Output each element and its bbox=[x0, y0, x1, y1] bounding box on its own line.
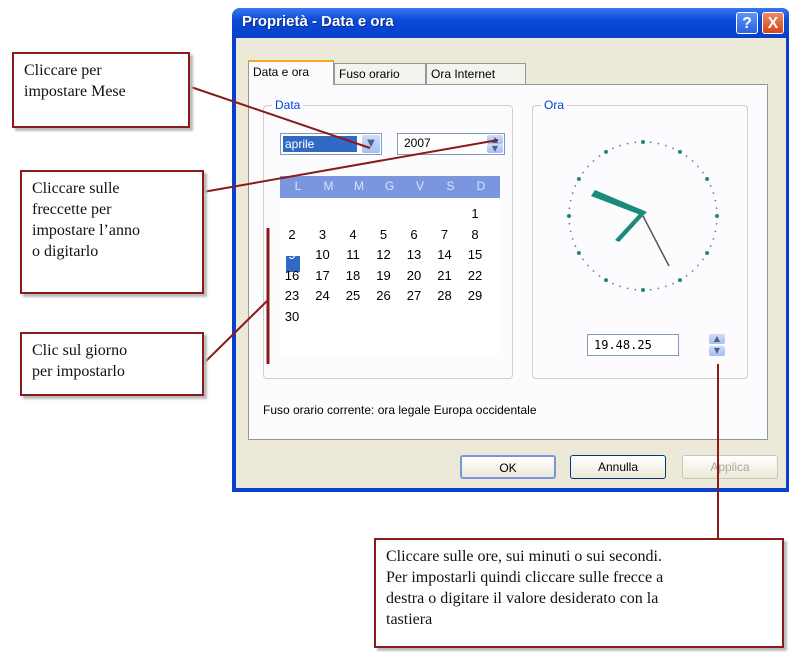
callout-year-line: Cliccare sulle bbox=[32, 180, 120, 197]
callout-month: Cliccare per impostare Mese bbox=[12, 52, 190, 128]
callout-year-line: impostare l’anno bbox=[32, 222, 140, 239]
connector-month bbox=[187, 85, 371, 149]
connector-year bbox=[202, 139, 499, 193]
connector-day bbox=[202, 299, 269, 365]
callout-year-line: o digitarlo bbox=[32, 243, 99, 260]
callout-day-line: Clic sul giorno bbox=[32, 342, 128, 359]
callout-year: Cliccare sulle freccette per impostare l… bbox=[20, 170, 204, 294]
callout-month-line: impostare Mese bbox=[24, 83, 126, 100]
callout-time-line: Cliccare sulle ore, sui minuti o sui sec… bbox=[386, 548, 662, 565]
callout-day-line: per impostarlo bbox=[32, 363, 125, 380]
callout-month-line: Cliccare per bbox=[24, 62, 102, 79]
callout-day: Clic sul giorno per impostarlo bbox=[20, 332, 204, 396]
callout-time-line: tastiera bbox=[386, 611, 433, 628]
callout-year-line: freccette per bbox=[32, 201, 112, 218]
callout-time-line: Per impostarli quindi cliccare sulle fre… bbox=[386, 569, 664, 586]
callout-time-line: destra o digitare il valore desiderato c… bbox=[386, 590, 659, 607]
callout-time: Cliccare sulle ore, sui minuti o sui sec… bbox=[374, 538, 784, 648]
tab-data-e-ora[interactable]: Data e ora bbox=[248, 60, 334, 85]
